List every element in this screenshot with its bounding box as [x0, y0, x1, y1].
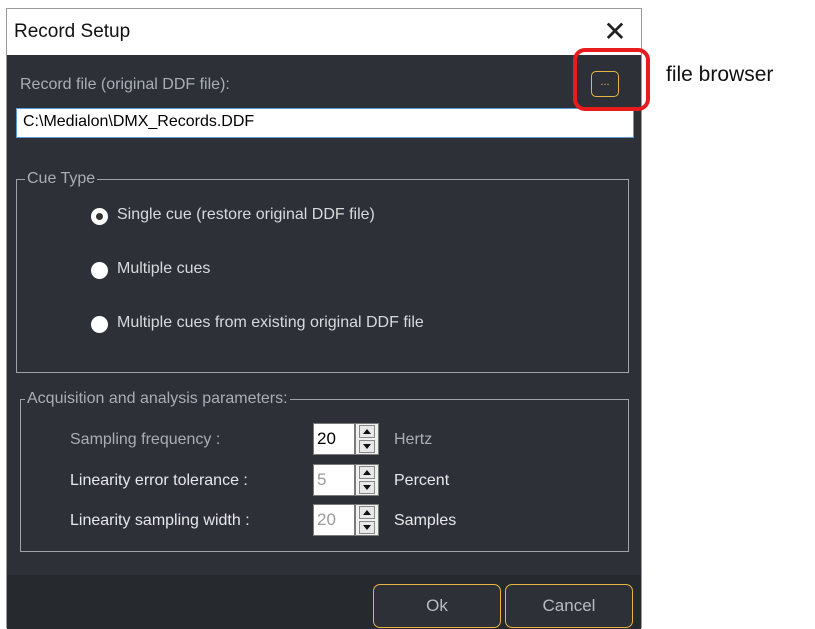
linearity-width-unit: Samples	[394, 512, 457, 529]
cancel-button[interactable]: Cancel	[505, 584, 633, 628]
radio-multiple-cues[interactable]	[91, 262, 108, 279]
acquisition-legend: Acquisition and analysis parameters:	[25, 390, 290, 408]
ok-button[interactable]: Ok	[373, 584, 501, 628]
spin-down-icon[interactable]	[359, 440, 375, 453]
radio-multiple-cues-label: Multiple cues	[117, 260, 211, 277]
spin-down-icon[interactable]	[359, 481, 375, 494]
linearity-error-value[interactable]: 5	[313, 464, 355, 496]
sampling-frequency-label: Sampling frequency :	[70, 431, 221, 448]
radio-single-cue-label: Single cue (restore original DDF file)	[117, 206, 375, 223]
linearity-error-unit: Percent	[394, 472, 450, 489]
spin-up-icon[interactable]	[359, 425, 375, 438]
record-file-label: Record file (original DDF file):	[20, 76, 230, 93]
cue-type-group: Cue Type Single cue (restore original DD…	[16, 170, 629, 373]
close-icon[interactable]: ✕	[599, 16, 631, 48]
radio-single-cue[interactable]	[91, 208, 108, 225]
sampling-frequency-unit: Hertz	[394, 431, 433, 448]
sampling-frequency-spinner[interactable]: 20	[313, 423, 379, 455]
window-title: Record Setup	[14, 21, 131, 42]
sampling-frequency-value[interactable]: 20	[313, 423, 355, 455]
linearity-error-label: Linearity error tolerance :	[70, 472, 248, 489]
linearity-width-label: Linearity sampling width :	[70, 512, 250, 529]
spin-down-icon[interactable]	[359, 521, 375, 534]
spin-up-icon[interactable]	[359, 506, 375, 519]
file-browser-annotation: file browser	[666, 63, 774, 86]
spin-up-icon[interactable]	[359, 466, 375, 479]
acquisition-group: Acquisition and analysis parameters: Sam…	[20, 390, 629, 552]
radio-multiple-cues-existing-label: Multiple cues from existing original DDF…	[117, 314, 424, 331]
browse-highlight-box	[573, 48, 650, 111]
linearity-error-spinner[interactable]: 5	[313, 464, 379, 496]
record-setup-dialog: Record Setup ✕ Record file (original DDF…	[6, 8, 642, 629]
title-bar: Record Setup ✕	[7, 9, 641, 55]
record-file-field[interactable]: C:\Medialon\DMX_Records.DDF	[16, 108, 634, 138]
cue-type-legend: Cue Type	[25, 170, 98, 188]
linearity-width-spinner[interactable]: 20	[313, 504, 379, 536]
linearity-width-value[interactable]: 20	[313, 504, 355, 536]
radio-multiple-cues-existing[interactable]	[91, 316, 108, 333]
